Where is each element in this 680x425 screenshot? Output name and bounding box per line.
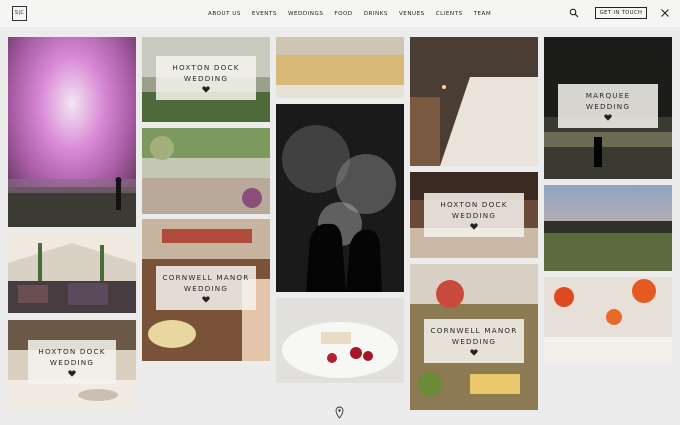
get-in-touch-button[interactable]: GET IN TOUCH: [595, 7, 647, 19]
couple-fireworks-photo: [276, 104, 404, 292]
gallery-tile-marquee-night[interactable]: MARQUEE WEDDING: [544, 37, 672, 179]
heart-icon[interactable]: [68, 370, 76, 377]
nav-item-events[interactable]: EVENTS: [252, 11, 277, 17]
label-line-2: WEDDING: [49, 358, 95, 367]
gallery-tile-hoxton-dock-bottom[interactable]: HOXTON DOCK WEDDING: [8, 320, 136, 410]
gallery-tile-garden-party[interactable]: [142, 128, 270, 214]
label-line-1: MARQUEE: [585, 91, 631, 100]
gallery-tile-long-table[interactable]: [410, 37, 538, 166]
tile-label-hoxton-dock: HOXTON DOCK WEDDING: [28, 340, 116, 384]
heart-icon[interactable]: [604, 114, 612, 121]
heart-icon[interactable]: [470, 349, 478, 356]
heart-icon[interactable]: [202, 296, 210, 303]
long-table-photo: [410, 37, 538, 166]
nav-item-clients[interactable]: CLIENTS: [436, 11, 463, 17]
location-pin-icon[interactable]: [335, 406, 344, 419]
nav-item-about-us[interactable]: ABOUT US: [208, 11, 241, 17]
close-icon[interactable]: [660, 8, 670, 18]
nav-item-team[interactable]: TEAM: [474, 11, 492, 17]
flower-glasses-photo: [544, 277, 672, 363]
tile-label-hoxton-dock: HOXTON DOCK WEDDING: [156, 56, 256, 100]
tile-label-hoxton-dock: HOXTON DOCK WEDDING: [424, 193, 524, 237]
gallery-tile-flower-glasses[interactable]: [544, 277, 672, 363]
site-logo[interactable]: S|C: [12, 6, 27, 21]
search-icon[interactable]: [569, 8, 579, 18]
gallery-tile-hoxton-dock-middle[interactable]: HOXTON DOCK WEDDING: [410, 172, 538, 258]
gallery-tile-champagne-glasses[interactable]: [276, 37, 404, 98]
sunset-field-photo: [544, 185, 672, 271]
label-line-2: WEDDING: [183, 284, 229, 293]
gallery-tile-hoxton-dock-top[interactable]: HOXTON DOCK WEDDING: [142, 37, 270, 122]
dessert-photo: [276, 298, 404, 383]
gallery-tile-fireworks-pink[interactable]: [8, 37, 136, 227]
garden-party-photo: [142, 128, 270, 214]
gallery-tile-couple-fireworks[interactable]: [276, 104, 404, 292]
label-line-2: WEDDING: [585, 102, 631, 111]
gallery-tile-cornwell-manor-right[interactable]: CORNWELL MANOR WEDDING: [410, 264, 538, 410]
heart-icon[interactable]: [202, 86, 210, 93]
label-line-1: CORNWELL MANOR: [430, 326, 518, 335]
tent-guests-photo: [8, 233, 136, 313]
heart-icon[interactable]: [470, 223, 478, 230]
tile-label-cornwell-manor: CORNWELL MANOR WEDDING: [156, 266, 256, 310]
nav-item-drinks[interactable]: DRINKS: [364, 11, 388, 17]
fireworks-photo: [8, 37, 136, 227]
label-line-1: HOXTON DOCK: [440, 200, 508, 209]
gallery-tile-sunset-tents[interactable]: [544, 185, 672, 271]
gallery-tile-tent-guests[interactable]: [8, 233, 136, 313]
label-line-2: WEDDING: [451, 211, 497, 220]
label-line-1: HOXTON DOCK: [172, 63, 240, 72]
tile-label-marquee: MARQUEE WEDDING: [558, 84, 658, 128]
label-line-1: HOXTON DOCK: [38, 347, 106, 356]
nav-item-venues[interactable]: VENUES: [399, 11, 425, 17]
gallery-tile-cornwell-manor-left[interactable]: CORNWELL MANOR WEDDING: [142, 219, 270, 361]
label-line-1: CORNWELL MANOR: [162, 273, 250, 282]
gallery-tile-plated-dessert[interactable]: [276, 298, 404, 383]
tile-label-cornwell-manor: CORNWELL MANOR WEDDING: [424, 319, 524, 363]
champagne-photo: [276, 37, 404, 98]
nav-item-weddings[interactable]: WEDDINGS: [288, 11, 323, 17]
nav-item-food[interactable]: FOOD: [334, 11, 352, 17]
main-nav: ABOUT US EVENTS WEDDINGS FOOD DRINKS VEN…: [208, 0, 502, 27]
top-nav-bar: S|C ABOUT US EVENTS WEDDINGS FOOD DRINKS…: [0, 0, 680, 27]
label-line-2: WEDDING: [451, 337, 497, 346]
label-line-2: WEDDING: [183, 74, 229, 83]
